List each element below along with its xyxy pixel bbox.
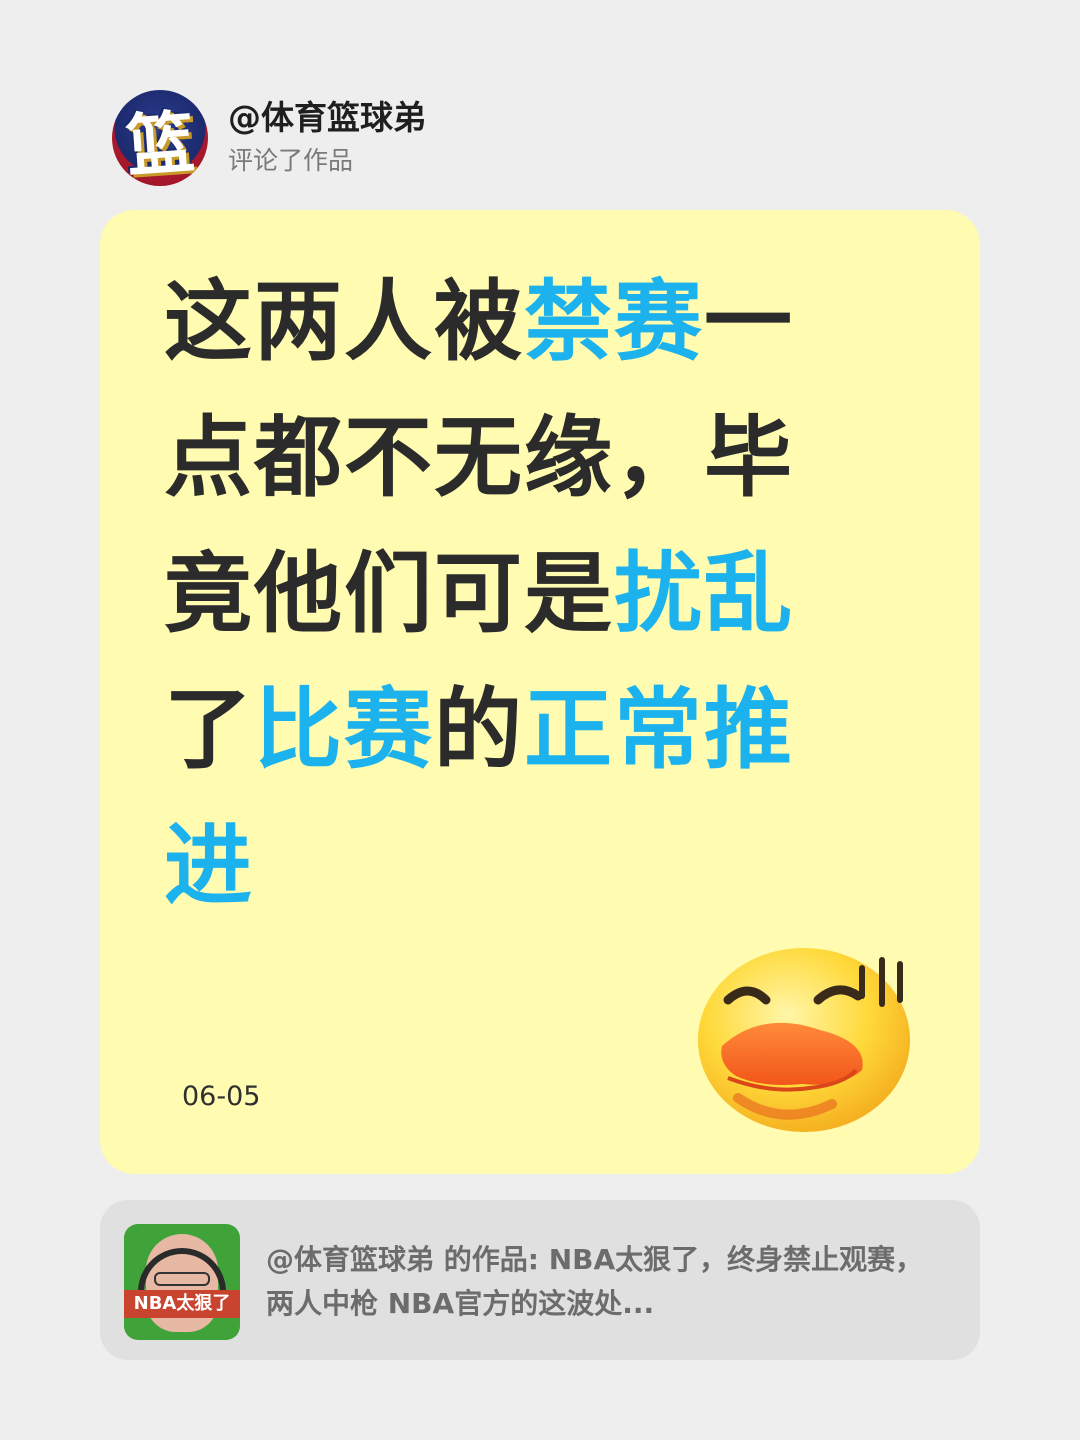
comment-highlight-segment: 比赛 bbox=[254, 678, 435, 781]
glasses-icon bbox=[154, 1272, 210, 1286]
comment-card: 这两人被禁赛一点都不无缘，毕竟他们可是扰乱了比赛的正常推进 06-05 bbox=[100, 210, 980, 1174]
comment-header: 篮 @体育篮球弟 评论了作品 bbox=[112, 90, 426, 186]
comment-segment: 了 bbox=[164, 678, 255, 781]
action-label: 评论了作品 bbox=[228, 146, 354, 175]
referenced-video-title[interactable]: @体育篮球弟 的作品: NBA太狠了，终身禁止观赛，两人中枪 NBA官方的这波处… bbox=[266, 1238, 946, 1326]
avatar[interactable]: 篮 bbox=[112, 90, 208, 186]
username[interactable]: @体育篮球弟 bbox=[228, 96, 426, 140]
comment-text: 这两人被禁赛一点都不无缘，毕竟他们可是扰乱了比赛的正常推进 bbox=[164, 254, 864, 934]
comment-highlight-segment: 扰乱 bbox=[614, 542, 795, 645]
comment-segment: 的 bbox=[434, 678, 525, 781]
avatar-logo-glyph: 篮 bbox=[123, 103, 198, 186]
sweating-duck-face-emoji-icon bbox=[698, 948, 910, 1132]
header-text: @体育篮球弟 评论了作品 bbox=[228, 96, 426, 180]
thumbnail-caption: NBA太狠了 bbox=[124, 1290, 240, 1318]
video-thumbnail[interactable]: NBA太狠了 bbox=[124, 1224, 240, 1340]
comment-date: 06-05 bbox=[182, 1081, 261, 1112]
comment-highlight-segment: 禁赛 bbox=[524, 270, 705, 373]
comment-segment: 这两人被 bbox=[164, 270, 525, 373]
referenced-video-card[interactable]: NBA太狠了 @体育篮球弟 的作品: NBA太狠了，终身禁止观赛，两人中枪 NB… bbox=[100, 1200, 980, 1360]
